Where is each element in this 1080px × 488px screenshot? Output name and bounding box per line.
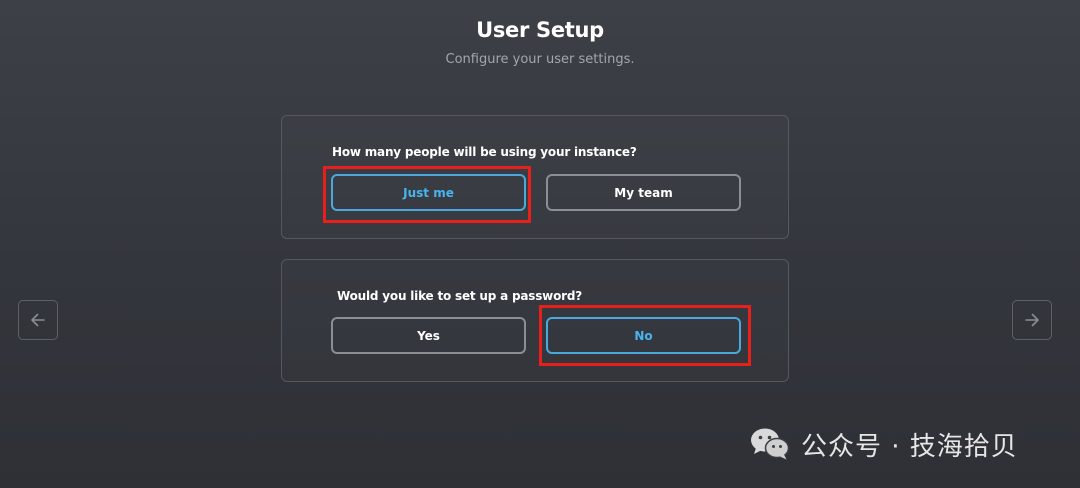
arrow-left-icon <box>31 313 45 327</box>
password-no-button[interactable]: No <box>546 317 741 354</box>
wechat-icon <box>751 428 790 460</box>
previous-step-button[interactable] <box>18 300 58 340</box>
team-size-question: How many people will be using your insta… <box>332 145 637 159</box>
arrow-right-icon <box>1025 313 1039 327</box>
page-title: User Setup <box>476 18 604 42</box>
just-me-button[interactable]: Just me <box>331 174 526 211</box>
my-team-button[interactable]: My team <box>546 174 741 211</box>
team-size-card: How many people will be using your insta… <box>281 115 789 239</box>
password-yes-button[interactable]: Yes <box>331 317 526 354</box>
password-card: Would you like to set up a password? Yes… <box>281 259 789 382</box>
password-question: Would you like to set up a password? <box>337 289 582 303</box>
next-step-button[interactable] <box>1012 300 1052 340</box>
page-header: User Setup Configure your user settings. <box>0 18 1080 67</box>
watermark: 公众号 · 技海拾贝 <box>749 420 1018 468</box>
watermark-text: 公众号 · 技海拾贝 <box>801 431 1018 462</box>
page-subtitle: Configure your user settings. <box>445 52 635 67</box>
